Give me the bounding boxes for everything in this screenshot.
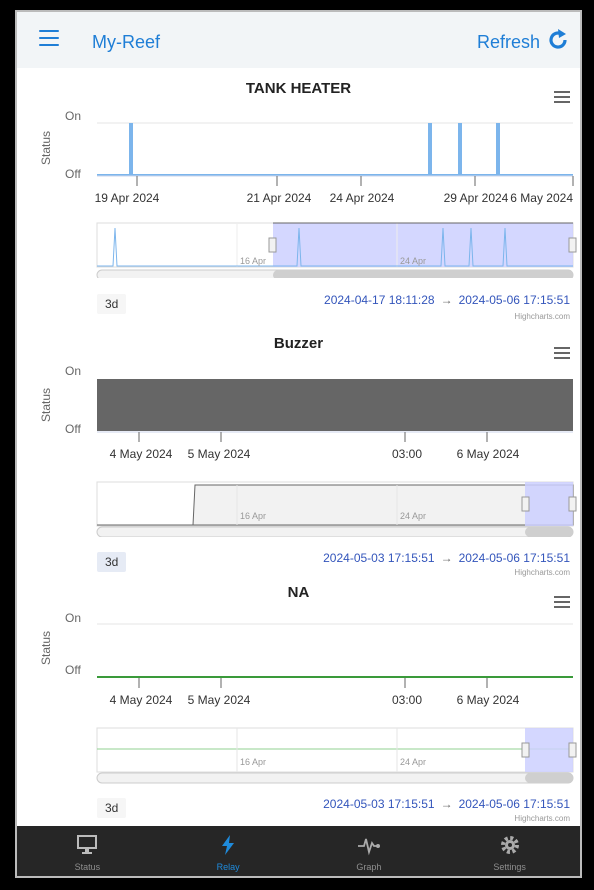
y-axis-label: Status (39, 388, 53, 422)
y-axis-label: Status (39, 131, 53, 165)
range-display: 2024-05-03 17:15:51 → 2024-05-06 17:15:51 (323, 797, 570, 811)
x-tick-label: 29 Apr 2024 (444, 191, 509, 205)
gear-icon (500, 836, 519, 854)
nav-graph[interactable]: Graph (299, 826, 440, 876)
navigator-tick: 24 Apr (400, 256, 426, 266)
x-tick-label: 03:00 (392, 447, 422, 461)
navigator-handle-left[interactable] (521, 742, 530, 758)
range-to[interactable]: 2024-05-06 17:15:51 (459, 797, 570, 811)
data-bar (129, 123, 133, 175)
chart-tank-heater: TANK HEATER Status On Off 19 Apr 2024 21… (17, 78, 580, 326)
x-tick-label: 6 May 2024 (457, 447, 520, 461)
chart-svg: Status On Off 19 Apr 2024 21 Apr 2024 24… (39, 109, 577, 278)
scrollbar-track[interactable] (96, 772, 574, 784)
range-to[interactable]: 2024-05-06 17:15:51 (459, 551, 570, 565)
x-tick-label: 5 May 2024 (188, 447, 251, 461)
navigator[interactable]: 16 Apr 24 Apr (96, 222, 577, 268)
navigator-handle-left[interactable] (521, 496, 530, 512)
range-selector-button[interactable]: 3d (97, 552, 127, 572)
x-tick-label: 24 Apr 2024 (330, 191, 395, 205)
app-title: My-Reef (92, 32, 161, 52)
top-bar: My-Reef Refresh (17, 12, 580, 68)
range-display: 2024-04-17 18:11:28 → 2024-05-06 17:15:51 (324, 293, 570, 307)
chart-svg: Status On Off 4 May 2024 5 May 2024 03:0… (39, 611, 577, 784)
data-bar (458, 123, 462, 175)
y-tick-on: On (65, 611, 81, 625)
x-tick-label: 5 May 2024 (188, 693, 251, 707)
range-to[interactable]: 2024-05-06 17:15:51 (459, 293, 570, 307)
range-arrow: → (440, 797, 453, 811)
navigator-handle-right[interactable] (568, 237, 577, 253)
nav-settings-label: Settings (493, 862, 526, 872)
range-from[interactable]: 2024-04-17 18:11:28 (324, 293, 435, 307)
series-area (97, 379, 573, 431)
refresh-icon[interactable] (546, 28, 570, 52)
range-arrow: → (440, 293, 453, 307)
scrollbar-thumb[interactable] (273, 270, 573, 278)
monitor-icon (77, 835, 98, 854)
x-tick-label: 03:00 (392, 693, 422, 707)
range-arrow: → (440, 551, 453, 565)
nav-relay[interactable]: Relay (158, 826, 299, 876)
bottom-nav: Status Relay Graph Settings (17, 826, 580, 876)
scrollbar-thumb[interactable] (525, 527, 573, 537)
x-tick-label: 19 Apr 2024 (95, 191, 160, 205)
refresh-button[interactable]: Refresh (477, 32, 540, 53)
navigator-handle-left[interactable] (268, 237, 277, 253)
navigator-tick: 16 Apr (240, 757, 266, 767)
hamburger-menu-icon[interactable] (39, 30, 59, 46)
navigator-tick: 24 Apr (400, 511, 426, 521)
navigator-handle-right[interactable] (568, 742, 577, 758)
navigator-tick: 16 Apr (240, 511, 266, 521)
range-from[interactable]: 2024-05-03 17:15:51 (323, 551, 434, 565)
navigator-mask (525, 728, 573, 772)
y-tick-off: Off (65, 663, 81, 677)
nav-graph-label: Graph (356, 862, 382, 872)
range-display: 2024-05-03 17:15:51 → 2024-05-06 17:15:51 (323, 551, 570, 565)
x-tick-label: 6 May 2024 (510, 191, 573, 205)
credits-link[interactable]: Highcharts.com (514, 312, 570, 321)
nav-relay-label: Relay (216, 862, 240, 872)
data-bar (428, 123, 432, 175)
data-bar (496, 123, 500, 175)
y-tick-off: Off (65, 422, 81, 436)
x-tick-label: 4 May 2024 (110, 693, 173, 707)
scrollbar-thumb[interactable] (525, 773, 573, 783)
navigator-mask (525, 482, 573, 526)
y-tick-on: On (65, 364, 81, 378)
chart-na: NA Status On Off 4 May 2024 5 May 2024 0… (17, 574, 580, 823)
y-tick-off: Off (65, 167, 81, 181)
nav-status-label: Status (74, 862, 101, 872)
y-axis-label: Status (39, 631, 53, 665)
navigator-tick: 24 Apr (400, 757, 426, 767)
navigator[interactable]: 16 Apr 24 Apr (96, 727, 577, 773)
navigator-handle-right[interactable] (568, 496, 577, 512)
chart-buzzer: Buzzer Status On Off 4 May 2024 5 May 20… (17, 327, 580, 577)
app-frame: My-Reef Refresh TANK HEATER Status On Of… (15, 10, 582, 878)
scrollbar-track[interactable] (96, 526, 574, 537)
chart-svg: Status On Off 4 May 2024 5 May 2024 03:0… (39, 364, 577, 537)
y-tick-on: On (65, 109, 81, 123)
credits-link[interactable]: Highcharts.com (514, 814, 570, 823)
navigator-tick: 16 Apr (240, 256, 266, 266)
range-from[interactable]: 2024-05-03 17:15:51 (323, 797, 434, 811)
nav-settings[interactable]: Settings (439, 826, 580, 876)
x-tick-label: 6 May 2024 (457, 693, 520, 707)
navigator[interactable]: 16 Apr 24 Apr (96, 481, 577, 527)
range-selector-button[interactable]: 3d (97, 798, 127, 818)
x-tick-label: 4 May 2024 (110, 447, 173, 461)
lightning-icon (222, 835, 235, 855)
x-tick-label: 21 Apr 2024 (247, 191, 312, 205)
pulse-graph-icon (357, 838, 380, 856)
range-selector-button[interactable]: 3d (97, 294, 127, 314)
nav-status[interactable]: Status (17, 826, 158, 876)
